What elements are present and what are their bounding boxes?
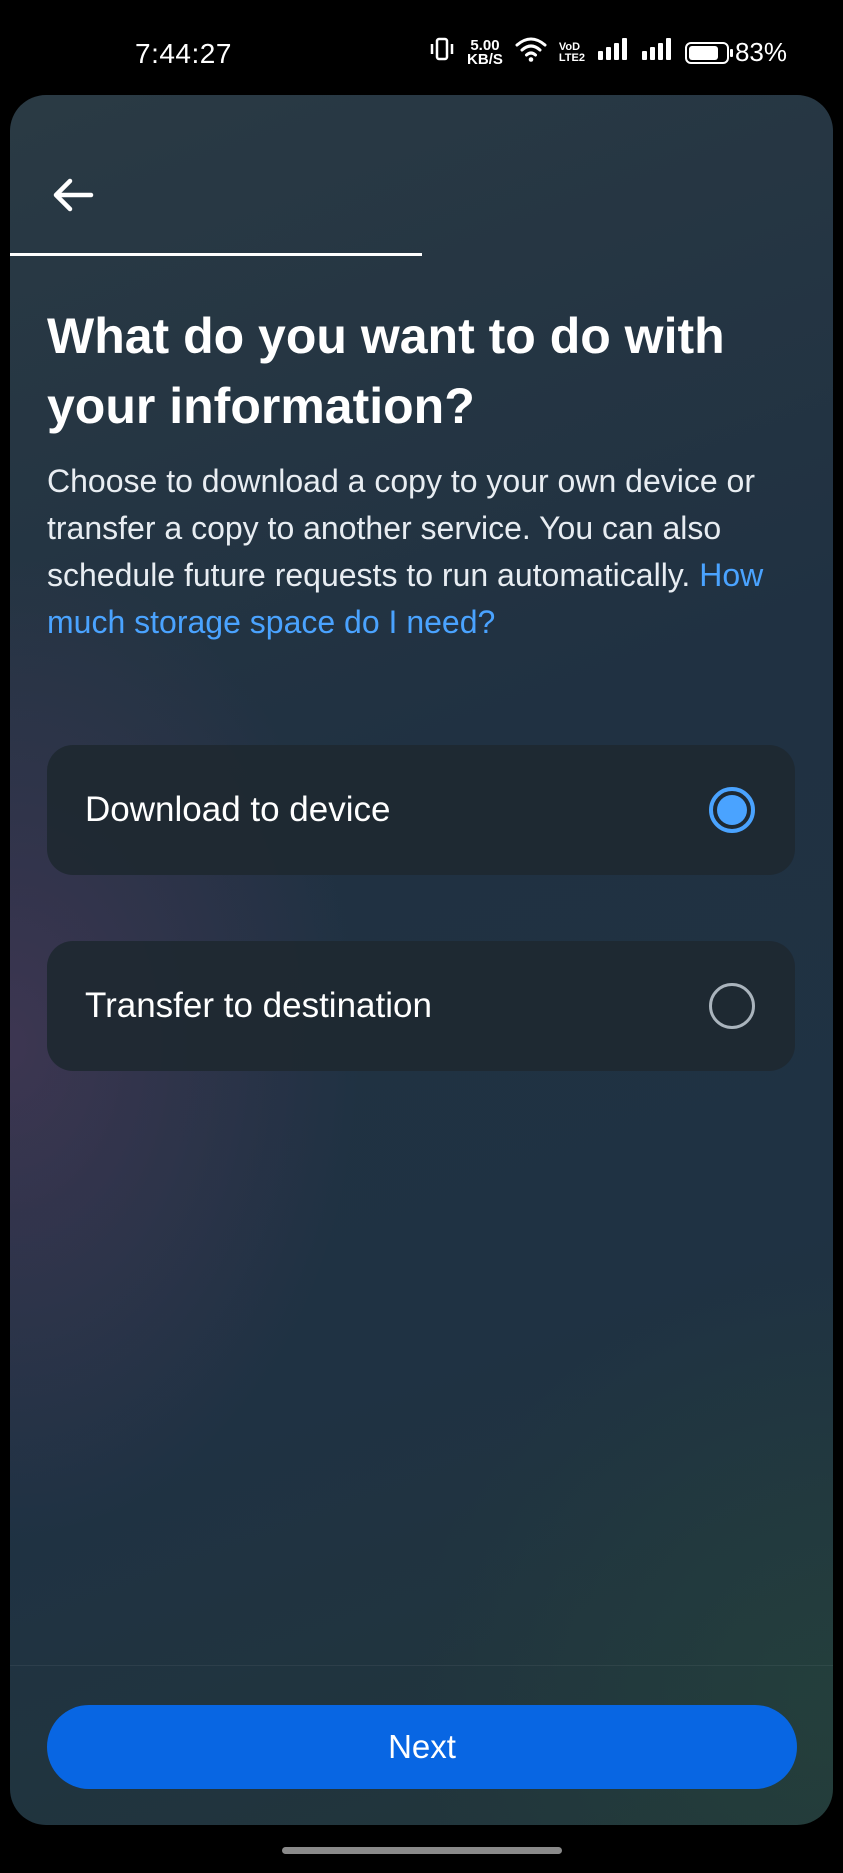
network-speed: 5.00 KB/S	[467, 38, 503, 68]
battery-fill	[688, 45, 718, 60]
battery: 83%	[684, 37, 787, 68]
radio-selected[interactable]	[709, 787, 755, 833]
signal-icon	[597, 37, 629, 68]
signal-icon	[641, 37, 673, 68]
back-button[interactable]	[46, 168, 100, 222]
footer-divider	[10, 1665, 833, 1666]
next-button[interactable]: Next	[47, 1705, 797, 1789]
radio-dot	[717, 795, 747, 825]
dialog-sheet: What do you want to do with your informa…	[10, 95, 833, 1825]
progress-indicator	[10, 253, 422, 256]
volte-top: VoD	[558, 40, 581, 53]
vibrate-icon	[429, 37, 455, 68]
option-label: Transfer to destination	[85, 986, 432, 1025]
home-indicator[interactable]	[282, 1847, 562, 1854]
arrow-left-icon	[53, 178, 94, 212]
status-time: 7:44:27	[135, 38, 232, 69]
wifi-icon	[515, 36, 547, 69]
status-bar: 7:44:27 5.00 KB/S VoD LTE2 83%	[0, 0, 843, 96]
status-icons: 5.00 KB/S VoD LTE2 83%	[429, 36, 787, 69]
description: Choose to download a copy to your own de…	[47, 458, 807, 646]
option-download-to-device[interactable]: Download to device	[47, 745, 795, 875]
option-transfer-to-destination[interactable]: Transfer to destination	[47, 941, 795, 1071]
volte-indicator: VoD LTE2	[558, 40, 585, 64]
page-title: What do you want to do with your informa…	[47, 308, 725, 434]
option-label: Download to device	[85, 790, 391, 829]
description-text: Choose to download a copy to your own de…	[47, 463, 755, 593]
battery-percent: 83%	[734, 37, 787, 67]
battery-icon	[684, 41, 733, 64]
network-speed-unit: KB/S	[467, 50, 503, 68]
volte-bottom: LTE2	[558, 51, 585, 64]
radio-unselected[interactable]	[709, 983, 755, 1029]
